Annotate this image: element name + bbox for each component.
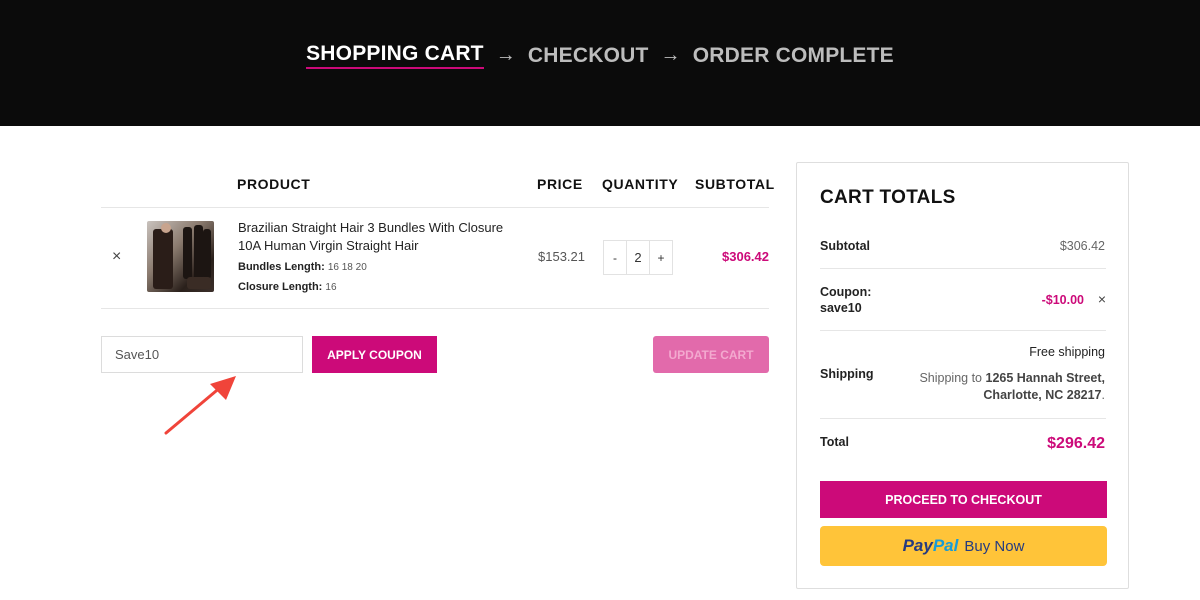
column-header-price: PRICE xyxy=(537,176,583,192)
product-thumbnail[interactable] xyxy=(147,221,214,292)
step-order-complete: ORDER COMPLETE xyxy=(692,43,894,67)
product-name-link[interactable]: Brazilian Straight Hair 3 Bundles With C… xyxy=(238,219,528,255)
update-cart-button[interactable]: UPDATE CART xyxy=(653,336,769,373)
coupon-code: save10 xyxy=(820,301,862,315)
checkout-steps-header: SHOPPING CART → CHECKOUT → ORDER COMPLETE xyxy=(0,0,1200,126)
paypal-buy-now-label: Buy Now xyxy=(964,537,1025,555)
quantity-stepper: - 2 + xyxy=(603,240,673,275)
checkout-steps: SHOPPING CART → CHECKOUT → ORDER COMPLETE xyxy=(0,42,1200,69)
bundles-length: Bundles Length: 16 18 20 xyxy=(238,261,367,273)
column-header-product: PRODUCT xyxy=(237,176,311,192)
quantity-decrease-button[interactable]: - xyxy=(604,241,626,274)
coupon-label: Coupon: save10 xyxy=(820,284,871,316)
quantity-increase-button[interactable]: + xyxy=(650,241,672,274)
column-header-subtotal: SUBTOTAL xyxy=(695,176,775,192)
subtotal-label: Subtotal xyxy=(820,239,870,253)
quantity-input[interactable]: 2 xyxy=(626,241,650,274)
item-price: $153.21 xyxy=(538,249,585,264)
arrow-right-icon: → xyxy=(660,44,681,66)
closure-length-value: 16 xyxy=(325,282,337,293)
paypal-buy-now-button[interactable]: PayPal Buy Now xyxy=(820,526,1107,566)
paypal-logo-icon: PayPal xyxy=(903,536,959,556)
totals-divider xyxy=(820,330,1106,331)
coupon-label-text: Coupon: xyxy=(820,285,872,299)
closure-length: Closure Length: 16 xyxy=(238,281,337,293)
step-shopping-cart[interactable]: SHOPPING CART xyxy=(306,42,484,69)
proceed-to-checkout-button[interactable]: PROCEED TO CHECKOUT xyxy=(820,481,1107,518)
totals-divider xyxy=(820,268,1106,269)
paypal-logo-part2: Pal xyxy=(932,536,959,555)
step-checkout[interactable]: CHECKOUT xyxy=(528,44,649,68)
bundles-length-value: 16 18 20 xyxy=(327,262,367,273)
bundles-length-label: Bundles Length: xyxy=(238,261,325,273)
shipping-to-prefix: Shipping to xyxy=(919,371,983,385)
shipping-destination: Shipping to 1265 Hannah Street, Charlott… xyxy=(919,371,1105,402)
closure-length-label: Closure Length: xyxy=(238,281,323,293)
arrow-right-icon: → xyxy=(495,44,516,66)
remove-item-icon[interactable]: × xyxy=(112,248,121,266)
remove-coupon-icon[interactable]: × xyxy=(1098,291,1106,307)
total-label: Total xyxy=(820,435,849,449)
total-value: $296.42 xyxy=(1047,435,1105,452)
cart-totals-panel: CART TOTALS Subtotal $306.42 Coupon: sav… xyxy=(796,162,1129,589)
shipping-label: Shipping xyxy=(820,367,874,381)
annotation-arrow-icon xyxy=(164,376,236,435)
table-divider xyxy=(101,207,769,208)
totals-divider xyxy=(820,418,1106,419)
column-header-quantity: QUANTITY xyxy=(602,176,679,192)
subtotal-value: $306.42 xyxy=(1059,239,1105,253)
coupon-amount: -$10.00 xyxy=(1041,293,1084,307)
cart-totals-title: CART TOTALS xyxy=(820,187,956,208)
shipping-address: 1265 Hannah Street, Charlotte, NC 28217 xyxy=(983,371,1105,402)
item-subtotal: $306.42 xyxy=(722,249,769,264)
table-divider xyxy=(101,308,769,309)
apply-coupon-button[interactable]: APPLY COUPON xyxy=(312,336,437,373)
paypal-logo-part1: Pay xyxy=(902,536,933,555)
coupon-code-input[interactable] xyxy=(101,336,303,373)
shipping-method: Free shipping xyxy=(1029,345,1105,359)
